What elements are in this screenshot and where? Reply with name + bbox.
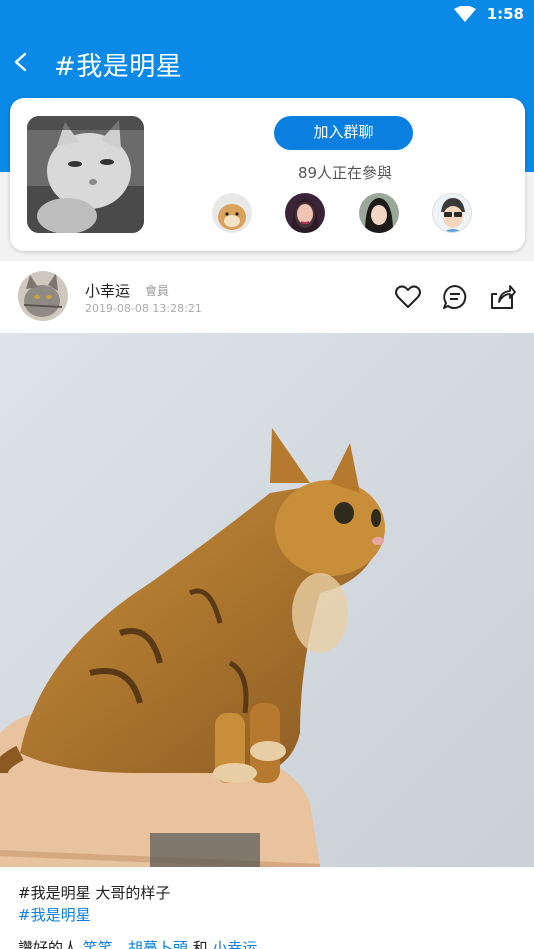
participant-count: 89人正在參與 xyxy=(297,164,393,182)
likes-line: 讚好的人 笑笑、胡蔓卜頭 和 小幸运 xyxy=(18,937,257,949)
post-image[interactable] xyxy=(0,333,534,867)
hashtag-link[interactable]: #我是明星 xyxy=(18,904,91,925)
likes-prefix: 讚好的人 xyxy=(18,939,79,949)
post-body: #我是明星 大哥的样子 #我是明星 讚好的人 笑笑、胡蔓卜頭 和 小幸运 xyxy=(0,867,534,949)
liker-link-1[interactable]: 笑笑 xyxy=(83,939,113,949)
author-avatar[interactable] xyxy=(18,271,68,321)
comment-icon[interactable] xyxy=(441,283,469,311)
author-name[interactable]: 小幸运 xyxy=(85,280,130,301)
wifi-icon xyxy=(454,6,476,22)
participant-avatar-2[interactable] xyxy=(285,193,325,233)
post-caption: #我是明星 大哥的样子 xyxy=(18,884,171,902)
group-card: 加入群聊 89人正在參與 xyxy=(10,98,525,251)
share-icon[interactable] xyxy=(488,283,516,311)
participant-avatar-1[interactable] xyxy=(212,193,252,233)
liker-link-3[interactable]: 小幸运 xyxy=(212,939,257,949)
heart-icon[interactable] xyxy=(394,283,422,311)
participant-avatar-4[interactable] xyxy=(432,193,472,233)
author-badge: 會員 xyxy=(145,284,170,298)
liker-separator: 、 xyxy=(112,939,128,949)
post-header: 小幸运 會員 2019-08-08 13:28:21 xyxy=(0,261,534,333)
participant-avatar-3[interactable] xyxy=(359,193,399,233)
page-title: #我是明星 xyxy=(54,52,183,82)
join-group-button[interactable]: 加入群聊 xyxy=(274,116,413,150)
participant-avatars xyxy=(212,193,482,235)
liker-link-2[interactable]: 胡蔓卜頭 xyxy=(128,939,188,949)
post-timestamp: 2019-08-08 13:28:21 xyxy=(85,302,202,315)
back-button[interactable] xyxy=(10,46,34,78)
status-bar: 1:58 xyxy=(0,0,534,30)
liker-conjunction: 和 xyxy=(192,939,208,949)
group-avatar xyxy=(27,116,144,233)
status-time: 1:58 xyxy=(486,5,524,23)
